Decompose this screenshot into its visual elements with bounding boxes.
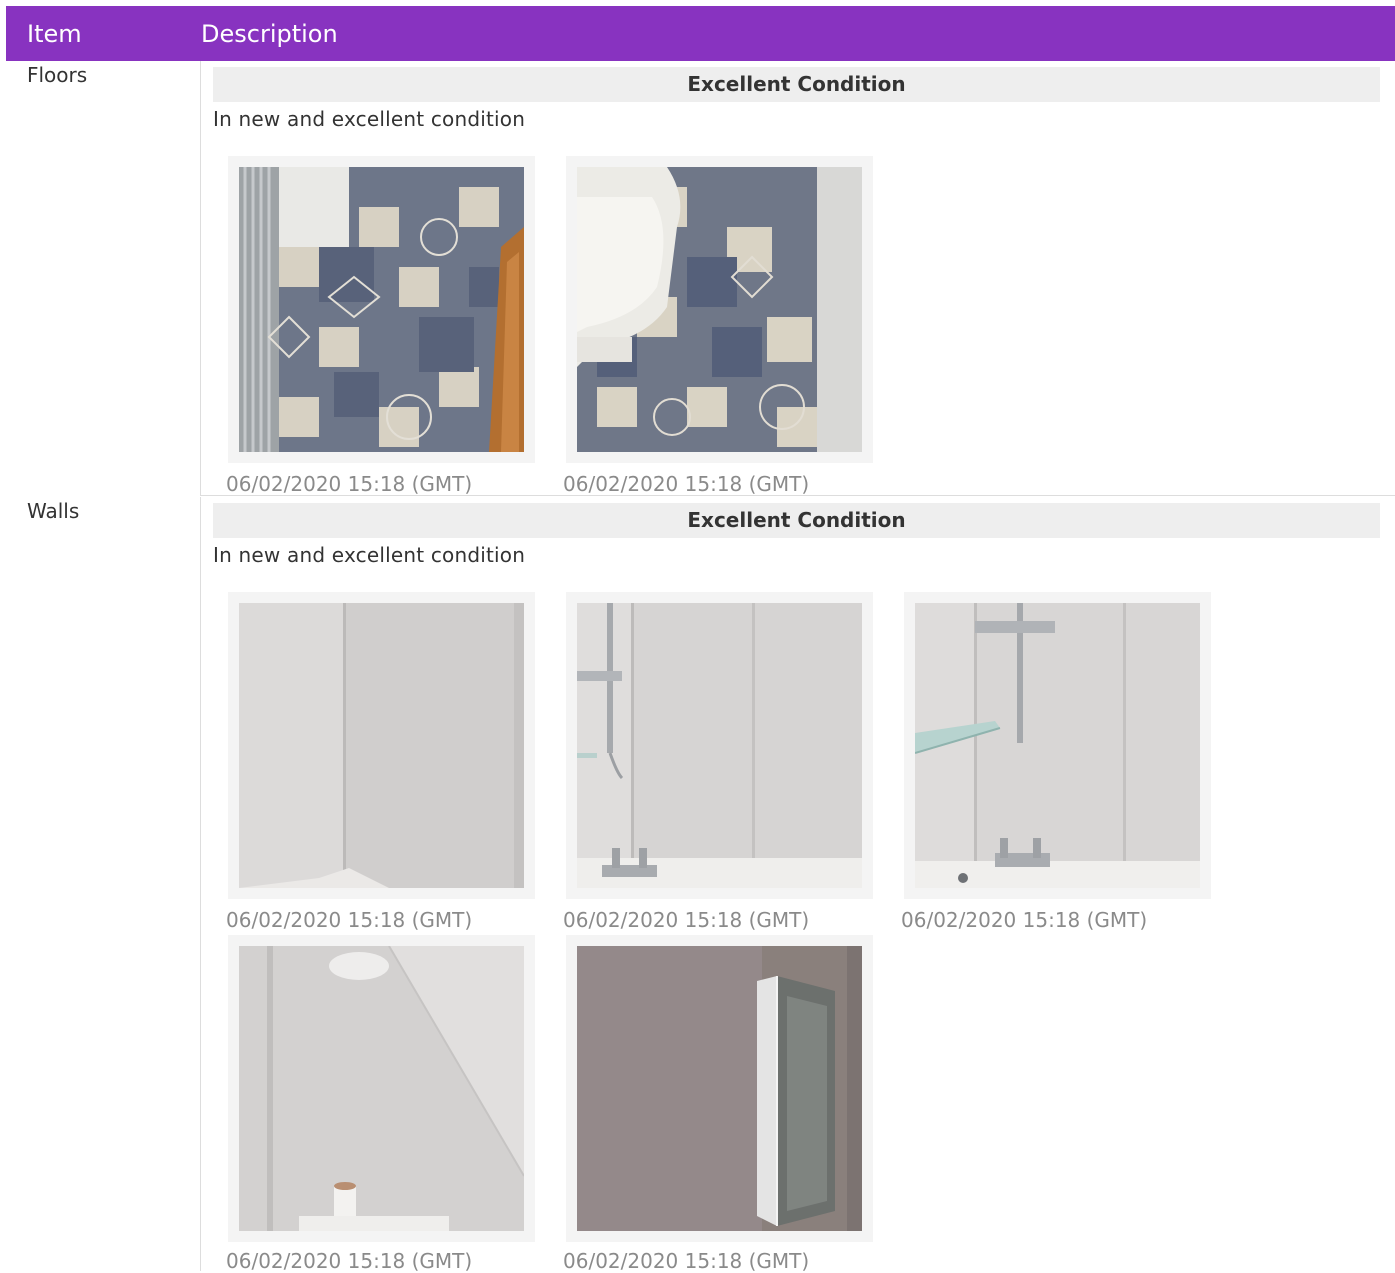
condition-description: In new and excellent condition	[213, 107, 526, 131]
photo-image	[915, 603, 1200, 888]
table-row-floors: Floors Excellent Condition In new and ex…	[6, 61, 1395, 496]
photo-timestamp: 06/02/2020 15:18 (GMT)	[563, 472, 810, 496]
photo-timestamp: 06/02/2020 15:18 (GMT)	[563, 1249, 810, 1273]
photo-thumbnail[interactable]	[566, 156, 873, 463]
table-row-walls: Walls Excellent Condition In new and exc…	[6, 497, 1395, 1273]
wall-corner-photo	[239, 603, 524, 888]
photo-thumbnail[interactable]	[904, 592, 1211, 899]
floor-tiles-photo	[239, 167, 524, 452]
photo-image	[239, 603, 524, 888]
column-divider	[200, 61, 201, 496]
photo-image	[577, 603, 862, 888]
photo-timestamp: 06/02/2020 15:18 (GMT)	[226, 1249, 473, 1273]
photo-thumbnail[interactable]	[228, 935, 535, 1242]
photo-thumbnail[interactable]	[566, 935, 873, 1242]
wall-sloped-ceiling-photo	[239, 946, 524, 1231]
inventory-report: Item Description Floors Excellent Condit…	[0, 0, 1395, 1273]
photo-image	[239, 167, 524, 452]
header-item: Item	[27, 20, 82, 48]
photo-image	[577, 167, 862, 452]
header-description: Description	[201, 20, 338, 48]
photo-image	[577, 946, 862, 1231]
item-name: Floors	[27, 63, 88, 87]
photo-timestamp: 06/02/2020 15:18 (GMT)	[226, 908, 473, 932]
photo-thumbnail[interactable]	[228, 592, 535, 899]
column-divider	[200, 497, 201, 1271]
photo-timestamp: 06/02/2020 15:18 (GMT)	[563, 908, 810, 932]
photo-thumbnail[interactable]	[566, 592, 873, 899]
condition-bar: Excellent Condition	[213, 503, 1380, 538]
photo-timestamp: 06/02/2020 15:18 (GMT)	[226, 472, 473, 496]
table-header: Item Description	[6, 6, 1395, 61]
photo-timestamp: 06/02/2020 15:18 (GMT)	[901, 908, 1148, 932]
condition-bar: Excellent Condition	[213, 67, 1380, 102]
wall-mirror-cabinet-photo	[577, 946, 862, 1231]
photo-image	[239, 946, 524, 1231]
floor-tiles-toilet-photo	[577, 167, 862, 452]
condition-description: In new and excellent condition	[213, 543, 526, 567]
photo-thumbnail[interactable]	[228, 156, 535, 463]
item-name: Walls	[27, 499, 80, 523]
wall-shower-shelf-photo	[915, 603, 1200, 888]
wall-shower-photo	[577, 603, 862, 888]
